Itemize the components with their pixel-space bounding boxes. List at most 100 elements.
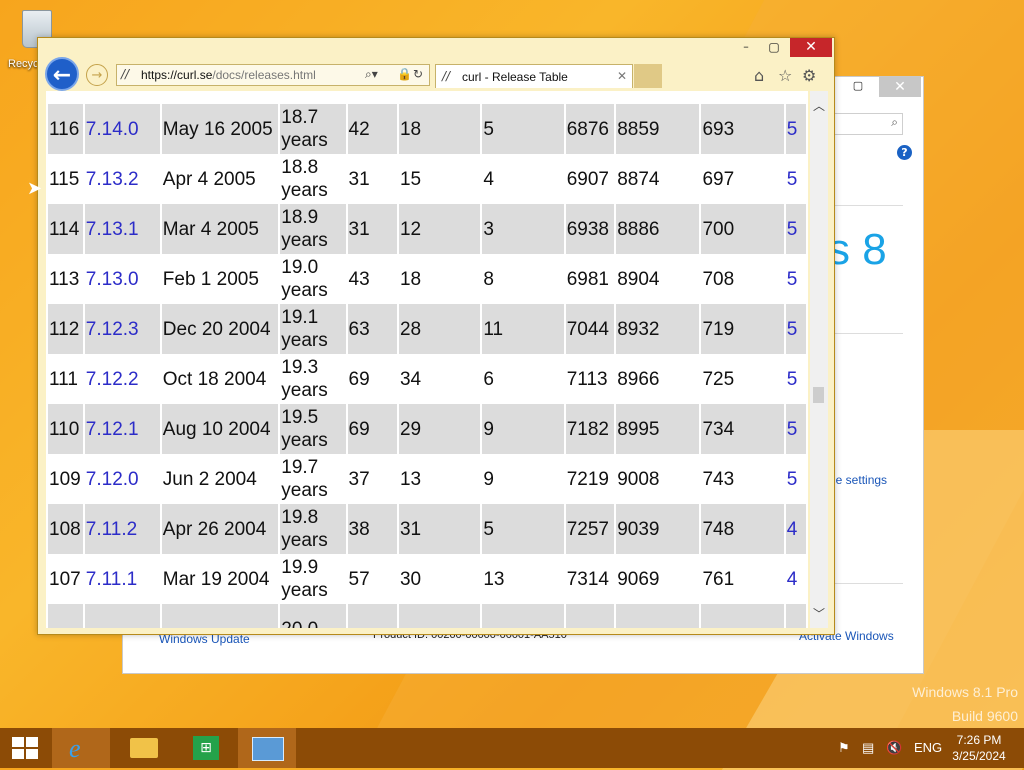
scroll-down-icon[interactable]: ﹀ — [813, 605, 825, 622]
table-cell: 57 — [348, 568, 370, 590]
release-age-cell: 19.9 years — [280, 554, 345, 604]
home-icon[interactable]: ⌂ — [754, 66, 764, 85]
settings-gear-icon[interactable]: ⚙ — [802, 66, 816, 85]
table-cell: 113 — [49, 268, 80, 290]
divider — [823, 205, 903, 206]
taskbar-store[interactable]: ⊞ — [176, 728, 234, 768]
clock-time: 7:26 PM — [956, 733, 1002, 747]
forward-button[interactable]: → — [86, 64, 108, 86]
version-link[interactable]: 7.13.0 — [85, 254, 160, 304]
scrollbar-thumb[interactable] — [813, 387, 824, 403]
release-age-cell: 18.8 years — [280, 154, 345, 204]
input-language-indicator[interactable]: ENG — [914, 740, 942, 755]
table-cell[interactable] — [785, 604, 806, 628]
table-cell: 6907 — [566, 168, 610, 190]
version-link[interactable] — [84, 604, 160, 628]
table-cell: 7182 — [565, 404, 615, 454]
version-link[interactable]: 7.12.0 — [85, 454, 160, 504]
table-cell: 43 — [348, 268, 370, 290]
taskbar-internet-explorer[interactable]: e — [52, 728, 110, 768]
back-button[interactable]: ← — [45, 57, 79, 91]
age-value: 19.1 — [281, 307, 319, 328]
table-cell[interactable]: 5 — [785, 304, 806, 354]
age-value: 19.0 — [281, 257, 319, 278]
table-cell: 29 — [398, 404, 481, 454]
url-host: https://curl.se — [141, 68, 213, 82]
table-cell[interactable]: 5 — [785, 404, 806, 454]
browser-window[interactable]: – ▢ ✕ ← → // https://curl.se/docs/releas… — [37, 37, 835, 635]
search-icon[interactable]: ⌕▾ — [365, 67, 378, 82]
version-link[interactable]: 7.12.1 — [84, 404, 160, 454]
age-value: 18.7 — [281, 107, 319, 128]
table-cell: 112 — [48, 304, 83, 354]
url-text: https://curl.se/docs/releases.html — [141, 68, 316, 82]
table-cell: 18 — [398, 104, 481, 154]
table-cell[interactable] — [786, 91, 806, 104]
table-row: 107 7.11.1 Mar 19 2004 19.9 years 57 30 13 7314 9… — [48, 554, 806, 604]
search-input[interactable]: ⌕ — [823, 113, 903, 135]
table-cell: 6938 — [565, 204, 615, 254]
change-settings-link[interactable]: ge settings — [829, 473, 887, 487]
page-content[interactable]: 1177.14.1Sep 1 2005years1085076854884168… — [46, 91, 808, 628]
version-link[interactable]: 7.14.0 — [84, 104, 160, 154]
table-cell: 108 — [48, 504, 83, 554]
table-cell[interactable]: 5 — [786, 254, 806, 304]
table-cell[interactable]: 5 — [786, 154, 806, 204]
version-link[interactable]: 7.11.2 — [84, 504, 160, 554]
lock-icon[interactable]: 🔒 — [397, 67, 412, 81]
version-link[interactable]: 7.12.3 — [84, 304, 160, 354]
tab-favicon-icon: // — [442, 69, 451, 83]
windows-logo-icon — [12, 737, 38, 759]
version-link[interactable]: 7.13.1 — [84, 204, 160, 254]
close-button[interactable]: ✕ — [879, 77, 921, 97]
taskbar-control-panel[interactable] — [238, 728, 296, 768]
vertical-scrollbar[interactable]: ︿ ﹀ — [810, 91, 828, 628]
table-cell[interactable]: 5 — [786, 354, 806, 404]
refresh-icon[interactable]: ↻ — [413, 67, 423, 81]
version-link[interactable]: 7.14.1 — [85, 91, 160, 104]
table-cell[interactable]: 5 — [785, 204, 806, 254]
table-cell: 748 — [701, 504, 784, 554]
age-value: 18.9 — [281, 207, 319, 228]
tab-close-icon[interactable]: ✕ — [617, 69, 627, 83]
action-center-flag-icon[interactable]: ⚑ — [838, 740, 850, 756]
maximize-button[interactable]: ▢ — [847, 79, 869, 95]
table-cell[interactable]: 5 — [785, 104, 806, 154]
table-cell: 63 — [347, 304, 397, 354]
start-button[interactable] — [0, 728, 58, 768]
table-cell: 8932 — [616, 304, 700, 354]
table-cell: 117 — [48, 91, 83, 104]
taskbar-file-explorer[interactable] — [114, 728, 172, 768]
network-icon[interactable]: ▤ — [862, 740, 874, 756]
scroll-up-icon[interactable]: ︿ — [813, 97, 825, 114]
table-cell: 38 — [347, 504, 397, 554]
maximize-button[interactable]: ▢ — [764, 40, 784, 56]
table-cell[interactable]: 4 — [786, 554, 806, 604]
close-button[interactable]: ✕ — [790, 38, 832, 57]
minimize-button[interactable]: – — [736, 40, 756, 56]
windows-watermark-edition: Windows 8.1 Pro — [912, 684, 1018, 700]
table-cell: 6876 — [565, 104, 615, 154]
table-cell: 700 — [701, 204, 784, 254]
release-date-cell: May 16 2005 — [161, 104, 279, 154]
version-link[interactable]: 7.12.2 — [85, 354, 160, 404]
help-icon[interactable]: ? — [897, 145, 912, 160]
system-clock[interactable]: 7:26 PM 3/25/2024 — [944, 732, 1014, 764]
table-cell: 13 — [399, 468, 422, 490]
table-cell[interactable]: 4 — [785, 504, 806, 554]
new-tab-button[interactable] — [634, 64, 662, 88]
tab-curl-release-table[interactable]: // curl - Release Table ✕ — [435, 64, 633, 88]
table-row: 115 7.13.2 Apr 4 2005 18.8 years 31 15 4 6907 887… — [48, 154, 806, 204]
volume-muted-icon[interactable]: 🔇 — [886, 740, 902, 756]
table-cell: 7219 — [566, 468, 610, 490]
release-date-cell: Apr 26 2004 — [161, 504, 279, 554]
table-cell[interactable]: 5 — [786, 454, 806, 504]
favorites-star-icon[interactable]: ☆ — [778, 66, 792, 85]
tab-title: curl - Release Table — [462, 70, 568, 84]
release-date-cell — [161, 604, 279, 628]
table-row: 1177.14.1Sep 1 2005years1085076854884168… — [48, 91, 806, 104]
table-cell: 686 — [701, 91, 783, 104]
version-link[interactable]: 7.11.1 — [85, 554, 160, 604]
address-bar[interactable]: // https://curl.se/docs/releases.html ⌕▾… — [116, 64, 430, 86]
version-link[interactable]: 7.13.2 — [85, 154, 160, 204]
